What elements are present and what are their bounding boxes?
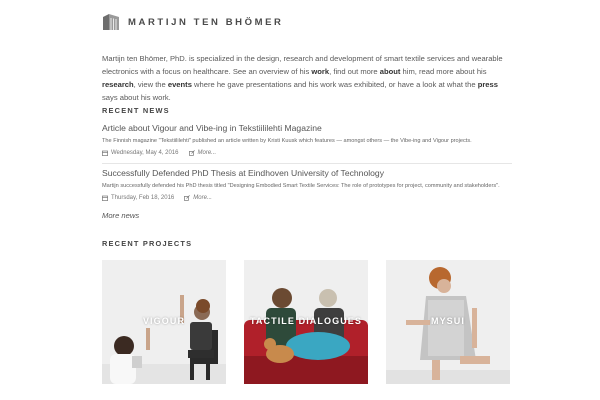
intro-text: him, read more about his <box>400 67 487 76</box>
intro-text: , view the <box>133 80 168 89</box>
intro-text: says about his work. <box>102 93 171 102</box>
news-date: Thursday, Feb 18, 2016 <box>111 195 175 201</box>
news-item: Article about Vigour and Vibe-ing in Tek… <box>102 123 512 156</box>
intro-text: , find out more <box>329 67 380 76</box>
news-more-link[interactable]: More... <box>198 150 217 156</box>
news-title-link[interactable]: Article about Vigour and Vibe-ing in Tek… <box>102 123 512 134</box>
project-card-vigour[interactable]: VIGOUR <box>102 260 226 384</box>
news-divider <box>102 163 512 164</box>
news-meta: Wednesday, May 4, 2016 More... <box>102 150 512 156</box>
project-card-mysui[interactable]: MYSUI <box>386 260 510 384</box>
news-excerpt: The Finnish magazine "Tekstiililehti" pu… <box>102 138 472 144</box>
press-link[interactable]: press <box>478 80 498 89</box>
site-header: MARTIJN TEN BHÖMER <box>102 13 284 31</box>
news-more-link[interactable]: More... <box>193 195 212 201</box>
events-link[interactable]: events <box>168 80 192 89</box>
news-meta: Thursday, Feb 18, 2016 More... <box>102 195 512 201</box>
project-card-tactile-dialogues[interactable]: TACTILE DIALOGUES <box>244 260 368 384</box>
intro-text: where he gave presentations and his work… <box>191 80 478 89</box>
news-date: Wednesday, May 4, 2016 <box>111 150 179 156</box>
research-link[interactable]: research <box>102 80 134 89</box>
news-excerpt: Martijn successfully defended his PhD th… <box>102 183 500 189</box>
project-label: MYSUI <box>430 316 465 326</box>
building-logo-icon[interactable] <box>102 13 120 31</box>
intro-paragraph: Martijn ten Bhömer, PhD. is specialized … <box>102 52 512 104</box>
work-link[interactable]: work <box>311 67 329 76</box>
recent-news-heading: RECENT NEWS <box>102 106 170 115</box>
calendar-icon <box>102 150 108 156</box>
news-item: Successfully Defended PhD Thesis at Eind… <box>102 168 512 201</box>
about-link[interactable]: about <box>380 67 401 76</box>
site-title[interactable]: MARTIJN TEN BHÖMER <box>128 17 284 28</box>
news-title-link[interactable]: Successfully Defended PhD Thesis at Eind… <box>102 168 512 179</box>
recent-projects-heading: RECENT PROJECTS <box>102 239 193 248</box>
calendar-icon <box>102 195 108 201</box>
project-label: VIGOUR <box>142 316 186 326</box>
more-news-link[interactable]: More news <box>102 211 139 220</box>
project-label: TACTILE DIALOGUES <box>249 316 363 326</box>
external-link-icon <box>184 195 191 201</box>
external-link-icon <box>188 150 195 156</box>
